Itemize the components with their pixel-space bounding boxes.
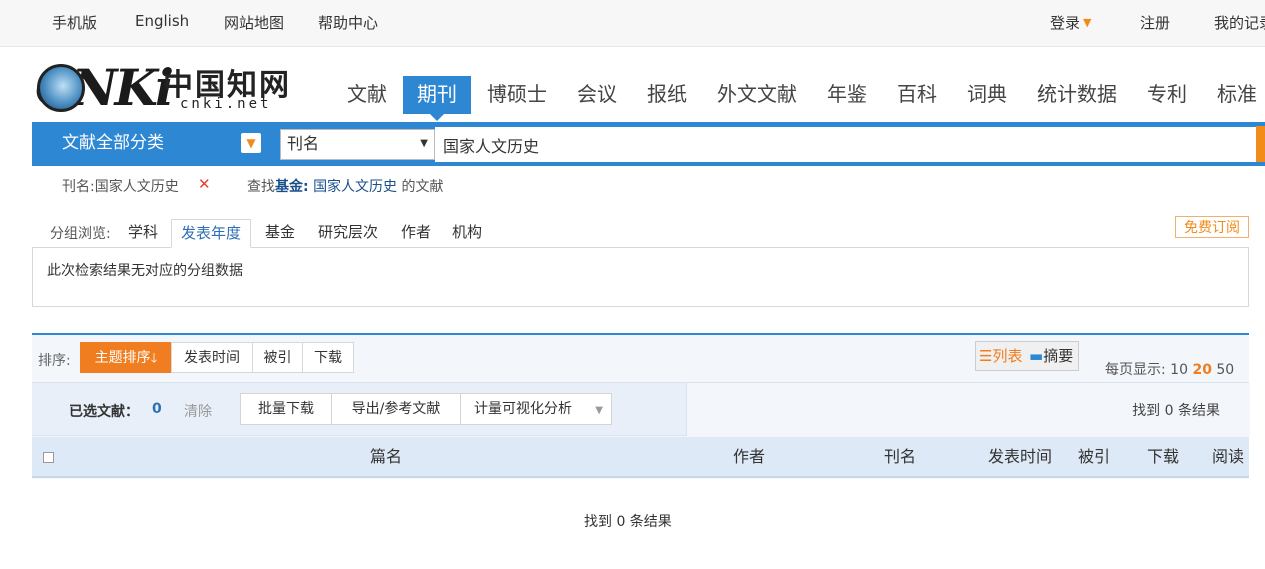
- sort-label: 排序:: [38, 353, 71, 369]
- selected-count: 0: [152, 401, 162, 417]
- sort-by-citations-button[interactable]: 被引: [252, 342, 303, 373]
- sitemap-link[interactable]: 网站地图: [224, 12, 284, 33]
- result-count-top: 找到 0 条结果: [1132, 403, 1220, 419]
- col-citations[interactable]: 被引: [1078, 437, 1110, 476]
- toolbar-right-area: 找到 0 条结果: [686, 383, 1250, 436]
- find-prefix: 查找: [247, 179, 275, 195]
- chevron-down-icon: ▼: [420, 138, 428, 149]
- group-tab-institution[interactable]: 机构: [452, 219, 482, 246]
- visual-analysis-label: 计量可视化分析: [474, 401, 572, 417]
- list-icon: ☰: [979, 347, 993, 365]
- nav-item-newspapers[interactable]: 报纸: [647, 76, 687, 114]
- select-all-checkbox[interactable]: [43, 452, 54, 463]
- nav-item-encyclopedia[interactable]: 百科: [897, 76, 937, 114]
- nav-item-journals[interactable]: 期刊: [403, 76, 471, 121]
- export-citation-button[interactable]: 导出/参考文献: [331, 393, 461, 425]
- find-suffix: 的文献: [401, 179, 444, 195]
- search-input[interactable]: [435, 127, 1257, 162]
- cnki-logo[interactable]: CNKi 中国知网 cnki.net: [35, 58, 290, 120]
- search-band: 文献全部分类 ▼ 刊名 ▼: [32, 122, 1265, 166]
- top-utility-bar: 手机版 English 网站地图 帮助中心 登录▼ 注册 我的记录: [0, 0, 1265, 47]
- login-link[interactable]: 登录 ▼: [1050, 12, 1091, 33]
- nav-item-patents[interactable]: 专利: [1147, 76, 1187, 114]
- col-title[interactable]: 篇名: [370, 437, 402, 476]
- per-page-50[interactable]: 50: [1216, 362, 1234, 378]
- col-read[interactable]: 阅读: [1212, 437, 1244, 476]
- group-tab-level[interactable]: 研究层次: [318, 219, 378, 246]
- login-label: 登录: [1050, 14, 1081, 32]
- list-view-button[interactable]: ☰列表: [979, 342, 1022, 370]
- english-link[interactable]: English: [135, 12, 189, 30]
- group-browse-label: 分组浏览:: [50, 226, 111, 242]
- search-field-select[interactable]: 刊名 ▼: [280, 129, 435, 160]
- col-author[interactable]: 作者: [733, 437, 765, 476]
- sort-by-date-button[interactable]: 发表时间: [171, 342, 253, 373]
- nav-item-standards[interactable]: 标准: [1217, 76, 1257, 114]
- free-subscribe-button[interactable]: 免费订阅: [1175, 216, 1249, 238]
- search-button[interactable]: [1256, 126, 1265, 162]
- nav-item-conferences[interactable]: 会议: [577, 76, 617, 114]
- my-records-link[interactable]: 我的记录: [1214, 12, 1265, 33]
- group-tab-year[interactable]: 发表年度: [171, 219, 252, 248]
- result-count-bottom: 找到 0 条结果: [584, 514, 672, 530]
- mobile-link[interactable]: 手机版: [52, 12, 97, 33]
- clear-selection-link[interactable]: 清除: [184, 401, 212, 421]
- sort-by-topic-button[interactable]: 主题排序🡓: [80, 342, 172, 373]
- col-downloads[interactable]: 下载: [1147, 437, 1179, 476]
- nav-item-statistics[interactable]: 统计数据: [1037, 76, 1117, 114]
- nav-item-yearbooks[interactable]: 年鉴: [827, 76, 867, 114]
- sort-by-downloads-button[interactable]: 下载: [302, 342, 354, 373]
- category-dropdown-icon[interactable]: ▼: [241, 133, 261, 153]
- group-empty-message: 此次检索结果无对应的分组数据: [47, 263, 243, 279]
- query-condition: 刊名:国家人文历史: [62, 179, 179, 195]
- nav-item-dictionary[interactable]: 词典: [967, 76, 1007, 114]
- per-page-label: 每页显示:: [1105, 362, 1166, 378]
- view-toggle: ☰列表 ▬摘要: [975, 341, 1079, 371]
- col-publish-date[interactable]: 发表时间: [988, 437, 1052, 476]
- selected-label: 已选文献：: [69, 404, 139, 420]
- abstract-icon: ▬: [1029, 347, 1044, 365]
- table-header: 篇名 作者 刊名 发表时间 被引 下载 阅读: [32, 437, 1249, 478]
- list-view-label: 列表: [992, 347, 1023, 365]
- per-page-control: 每页显示: 10 20 50: [1105, 359, 1234, 379]
- help-center-link[interactable]: 帮助中心: [318, 12, 378, 33]
- sort-by-topic-label: 主题排序: [94, 350, 151, 366]
- visual-analysis-button[interactable]: 计量可视化分析 ▼: [460, 393, 612, 425]
- search-field-value: 刊名: [287, 134, 320, 153]
- nav-item-foreign[interactable]: 外文文献: [717, 76, 797, 114]
- remove-condition-icon[interactable]: ✕: [198, 175, 211, 193]
- group-tab-author[interactable]: 作者: [401, 219, 431, 246]
- chevron-down-icon: ▼: [595, 405, 603, 416]
- col-journal[interactable]: 刊名: [884, 437, 916, 476]
- category-label[interactable]: 文献全部分类: [62, 122, 164, 164]
- batch-download-button[interactable]: 批量下载: [240, 393, 332, 425]
- group-tab-subject[interactable]: 学科: [128, 219, 158, 246]
- nav-item-literature[interactable]: 文献: [347, 76, 387, 114]
- group-tab-fund[interactable]: 基金: [265, 219, 295, 246]
- abstract-view-button[interactable]: ▬摘要: [1029, 342, 1073, 370]
- find-field: 基金:: [275, 179, 309, 195]
- register-link[interactable]: 注册: [1140, 12, 1170, 33]
- globe-icon: [37, 64, 85, 112]
- arrow-down-icon: 🡓: [150, 351, 158, 366]
- results-toolbar: 找到 0 条结果: [32, 382, 1250, 436]
- abstract-view-label: 摘要: [1043, 347, 1074, 365]
- chevron-down-icon: ▼: [1083, 16, 1092, 29]
- find-value: 国家人文历史: [313, 179, 398, 195]
- nav-item-theses[interactable]: 博硕士: [487, 76, 547, 114]
- fund-search-suggestion[interactable]: 查找基金: 国家人文历史 的文献: [247, 176, 444, 196]
- group-result-box: 此次检索结果无对应的分组数据: [32, 247, 1249, 307]
- logo-domain-text: cnki.net: [180, 96, 272, 112]
- per-page-10[interactable]: 10: [1170, 362, 1188, 378]
- per-page-20[interactable]: 20: [1192, 362, 1211, 378]
